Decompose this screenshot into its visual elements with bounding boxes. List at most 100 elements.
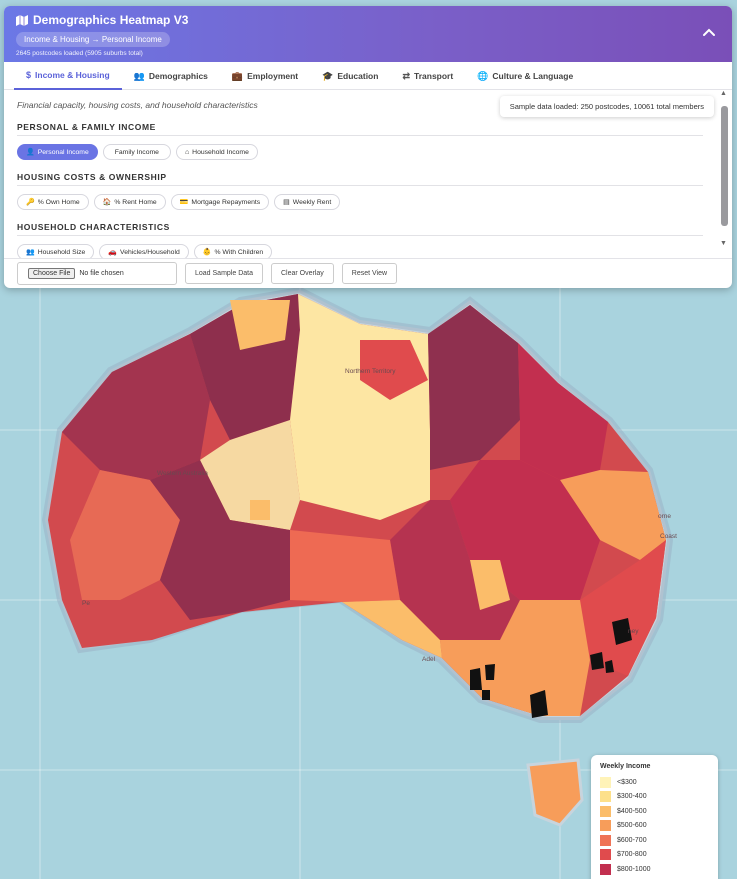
house-icon: 🏠 xyxy=(102,199,112,206)
chip-label: Vehicles/Household xyxy=(120,248,180,256)
chip-label: % With Children xyxy=(214,248,264,256)
legend-items: <$300 $300-400 $400-500 $500-600 $600-700 $70… xyxy=(600,775,709,877)
legend-swatch xyxy=(600,805,611,817)
credit-card-icon: 💳 xyxy=(179,199,189,206)
map-label-perth: Pe xyxy=(82,600,90,607)
legend-item: $400-500 xyxy=(600,804,709,819)
legend-label: <$300 xyxy=(617,778,637,786)
chip-family-income[interactable]: Family Income xyxy=(102,144,171,160)
chip-with-children[interactable]: 👶 % With Children xyxy=(193,244,273,258)
chip-own-home[interactable]: 🔑 % Own Home xyxy=(17,194,89,210)
panel-scrollbar[interactable]: ▲ ▼ xyxy=(720,90,728,250)
breadcrumb: Income & Housing → Personal Income xyxy=(16,32,170,47)
map-label-adelaide: Adel xyxy=(422,656,436,663)
app-root: Western Australia Northern Territory Ade… xyxy=(0,0,737,879)
tab-income-housing[interactable]: $ Income & Housing xyxy=(14,62,122,90)
tab-transport[interactable]: ⇄ Transport xyxy=(390,62,465,90)
scroll-down-arrow-icon[interactable]: ▼ xyxy=(720,240,727,247)
legend-label: $300-400 xyxy=(617,793,647,801)
metric-picker: Financial capacity, housing costs, and h… xyxy=(4,90,732,258)
legend-label: $600-700 xyxy=(617,836,647,844)
category-tabs: $ Income & Housing 👥 Demographics 💼 Empl… xyxy=(4,62,732,90)
child-icon: 👶 xyxy=(202,249,212,256)
app-title-row: Demographics Heatmap V3 xyxy=(16,13,720,27)
tab-label: Education xyxy=(337,71,379,81)
car-icon: 🚗 xyxy=(108,249,118,256)
panel-header: Demographics Heatmap V3 Income & Housing… xyxy=(4,6,732,62)
legend-swatch xyxy=(600,791,611,803)
legend-swatch xyxy=(600,820,611,832)
legend-item: $800-1000 xyxy=(600,862,709,877)
map-label-coast: Coast xyxy=(660,533,677,540)
legend-swatch xyxy=(600,863,611,875)
map-legend: Weekly Income <$300 $300-400 $400-500 $500-… xyxy=(591,755,718,879)
tab-label: Income & Housing xyxy=(35,70,110,80)
tab-demographics[interactable]: 👥 Demographics xyxy=(122,62,220,90)
legend-swatch xyxy=(600,849,611,861)
tab-label: Transport xyxy=(414,71,454,81)
globe-icon: 🌐 xyxy=(477,70,489,81)
legend-item: $600-700 xyxy=(600,833,709,848)
chip-group-housing: 🔑 % Own Home 🏠 % Rent Home 💳 Mortgage Re… xyxy=(17,194,719,210)
legend-item: <$300 xyxy=(600,775,709,790)
tab-education[interactable]: 🎓 Education xyxy=(310,62,390,90)
chip-label: % Own Home xyxy=(37,198,80,206)
control-panel: Demographics Heatmap V3 Income & Housing… xyxy=(4,6,732,288)
legend-label: $800-1000 xyxy=(617,865,651,873)
chip-label: Family Income xyxy=(114,148,159,156)
legend-swatch xyxy=(600,776,611,788)
briefcase-icon: 💼 xyxy=(231,70,244,81)
key-icon: 🔑 xyxy=(26,199,35,206)
legend-item: $700-800 xyxy=(600,848,709,863)
chip-rent-home[interactable]: 🏠 % Rent Home xyxy=(93,194,166,210)
legend-label: $700-800 xyxy=(617,851,647,859)
chip-household-income[interactable]: ⌂ Household Income xyxy=(175,144,258,160)
chip-label: Personal Income xyxy=(37,148,89,156)
chip-vehicles-household[interactable]: 🚗 Vehicles/Household xyxy=(99,244,189,258)
tab-label: Demographics xyxy=(148,71,208,81)
choose-file-button[interactable]: Choose File xyxy=(28,268,76,279)
legend-label: $500-600 xyxy=(617,822,647,830)
chip-weekly-rent[interactable]: ▤ Weekly Rent xyxy=(274,194,341,210)
map-label-wa: Western Australia xyxy=(157,470,208,477)
chip-group-income: 👤 Personal Income Family Income ⌂ Househ… xyxy=(17,144,719,160)
map-label-nt: Northern Territory xyxy=(345,368,396,375)
tab-employment[interactable]: 💼 Employment xyxy=(220,62,310,90)
chip-label: Household Income xyxy=(192,148,249,156)
map-label-brisbane: orne xyxy=(658,513,672,520)
legend-label: $400-500 xyxy=(617,807,647,815)
scroll-up-arrow-icon[interactable]: ▲ xyxy=(720,90,727,97)
file-input[interactable]: Choose File No file chosen xyxy=(17,262,177,285)
users-icon: 👥 xyxy=(133,70,145,81)
chip-mortgage-repayments[interactable]: 💳 Mortgage Repayments xyxy=(170,194,270,210)
legend-title: Weekly Income xyxy=(600,763,651,770)
chip-label: Weekly Rent xyxy=(292,198,332,206)
home-icon: ⌂ xyxy=(184,148,190,156)
clear-overlay-button[interactable]: Clear Overlay xyxy=(270,263,334,284)
route-icon: ⇄ xyxy=(402,70,410,81)
legend-item: $500-600 xyxy=(600,819,709,834)
tab-label: Culture & Language xyxy=(492,71,574,81)
section-title-household: HOUSEHOLD CHARACTERISTICS xyxy=(17,222,703,236)
load-status: 2645 postcodes loaded (5905 suburbs tota… xyxy=(16,50,143,57)
chip-household-size[interactable]: 👥 Household Size xyxy=(17,244,95,258)
map-label-sydney: ney xyxy=(628,628,639,635)
chip-label: Mortgage Repayments xyxy=(191,198,261,206)
reset-view-button[interactable]: Reset View xyxy=(341,263,398,284)
panel-toolbar: Choose File No file chosen Load Sample D… xyxy=(4,258,732,288)
tab-culture-language[interactable]: 🌐 Culture & Language xyxy=(465,62,585,90)
scrollbar-thumb[interactable] xyxy=(721,106,728,226)
legend-swatch xyxy=(600,834,611,846)
section-title-income: PERSONAL & FAMILY INCOME xyxy=(17,122,703,136)
load-sample-data-button[interactable]: Load Sample Data xyxy=(185,263,263,284)
chip-label: % Rent Home xyxy=(114,198,157,206)
user-icon: 👤 xyxy=(26,149,35,156)
chevron-up-icon[interactable] xyxy=(700,24,718,42)
chip-personal-income[interactable]: 👤 Personal Income xyxy=(17,144,98,160)
graduation-cap-icon: 🎓 xyxy=(322,70,334,81)
map-icon xyxy=(16,14,28,26)
users-icon: 👥 xyxy=(26,249,35,256)
section-title-housing: HOUSING COSTS & OWNERSHIP xyxy=(17,172,703,186)
dollar-icon: $ xyxy=(26,70,32,80)
sample-data-toast: Sample data loaded: 250 postcodes, 10061… xyxy=(499,96,714,117)
